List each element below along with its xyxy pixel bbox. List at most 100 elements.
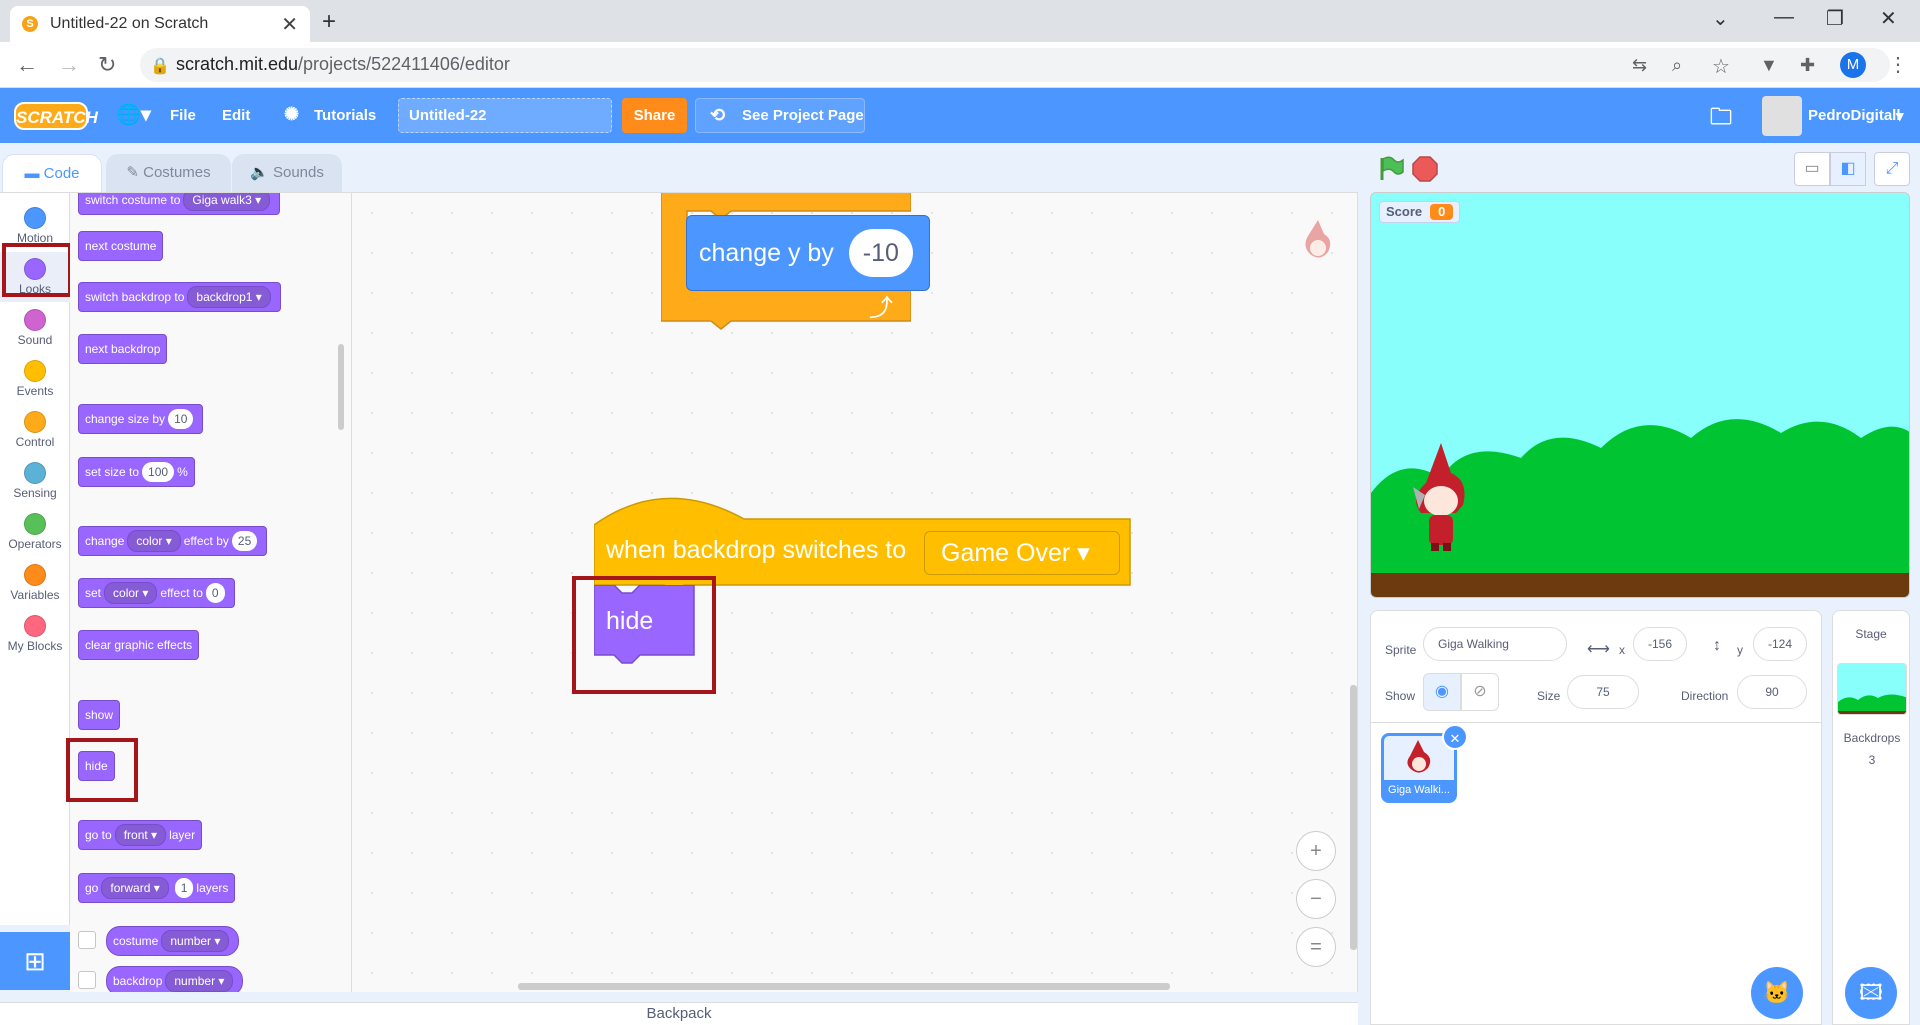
hide-sprite-eye-icon[interactable]: ⊘ [1461, 673, 1499, 711]
see-project-page-button[interactable]: ⟲ See Project Page [695, 98, 865, 133]
project-title-input[interactable]: Untitled-22 [398, 98, 612, 133]
code-workspace[interactable]: ⤴ change y by -10 when backdrop switches… [352, 192, 1358, 992]
forward-icon[interactable]: → [58, 52, 80, 78]
back-icon[interactable]: ← [16, 52, 38, 78]
language-globe-icon[interactable]: 🌐▾ [116, 102, 151, 127]
backpack[interactable]: Backpack [0, 1002, 1358, 1025]
costume-dropdown[interactable]: Giga walk3 ▾ [183, 193, 271, 211]
tab-costumes[interactable]: ✎ Costumes [106, 154, 231, 192]
username-menu[interactable]: PedroDigitall [1808, 107, 1901, 124]
size-input[interactable]: 100 [142, 462, 175, 482]
category-sound[interactable]: Sound [0, 303, 70, 353]
small-stage-icon[interactable]: ▭ [1794, 152, 1830, 186]
block-switch-backdrop[interactable]: switch backdrop to backdrop1 ▾ [78, 282, 281, 312]
zoom-reset-button[interactable]: = [1296, 927, 1336, 967]
workspace-horizontal-scrollbar[interactable] [518, 983, 1170, 990]
add-extension-icon[interactable]: ⊞ [0, 932, 70, 990]
window-close-icon[interactable]: ✕ [1880, 6, 1897, 31]
layers-input[interactable]: 1 [174, 878, 194, 898]
choose-sprite-cat-icon[interactable]: 🐱 [1751, 967, 1803, 1019]
zoom-in-button[interactable]: + [1296, 831, 1336, 871]
direction-input[interactable]: 90 [1737, 675, 1807, 709]
workspace-vertical-scrollbar[interactable] [1350, 685, 1357, 950]
giga-sprite[interactable] [1401, 443, 1481, 553]
stage-selector-pane[interactable]: Stage Backdrops 3 🖾 [1832, 610, 1910, 1025]
green-flag-icon[interactable] [1376, 154, 1406, 184]
backdrop-dropdown[interactable]: Game Over ▾ [924, 531, 1120, 575]
share-button[interactable]: Share [622, 98, 687, 133]
restore-icon[interactable]: ❐ [1826, 6, 1844, 31]
y-position-input[interactable]: -124 [1753, 627, 1807, 661]
browser-tab[interactable]: S Untitled-22 on Scratch ✕ [10, 6, 310, 42]
delete-sprite-trash-icon[interactable]: ✕ [1442, 724, 1468, 750]
fullscreen-icon[interactable]: ⤢ [1874, 152, 1910, 186]
close-tab-icon[interactable]: ✕ [281, 12, 298, 37]
extension-shield-icon[interactable]: ▼ [1760, 55, 1778, 76]
x-position-input[interactable]: -156 [1633, 627, 1687, 661]
reload-icon[interactable]: ↻ [98, 52, 116, 78]
stage-canvas[interactable]: Score 0 [1370, 192, 1910, 598]
palette-scrollbar[interactable] [338, 344, 344, 430]
block-change-size[interactable]: change size by 10 [78, 404, 204, 434]
direction-dropdown[interactable]: forward ▾ [101, 877, 169, 899]
tutorials-menu[interactable]: Tutorials [314, 107, 376, 124]
category-variables[interactable]: Variables [0, 558, 70, 608]
sprite-thumbnail-giga[interactable]: Giga Walki... ✕ [1381, 724, 1468, 803]
backdrop-dropdown[interactable]: backdrop1 ▾ [187, 286, 271, 308]
category-my-blocks[interactable]: My Blocks [0, 609, 70, 659]
block-show[interactable]: show [78, 700, 121, 730]
new-tab-icon[interactable]: + [322, 8, 336, 36]
reporter-backdrop[interactable]: backdrop number ▾ [106, 966, 244, 992]
block-switch-costume[interactable]: switch costume to Giga walk3 ▾ [78, 193, 281, 215]
backdrop-monitor-checkbox[interactable] [78, 971, 96, 989]
category-control[interactable]: Control [0, 405, 70, 455]
block-go-to-layer[interactable]: go to front ▾ layer [78, 820, 203, 850]
block-next-costume[interactable]: next costume [78, 231, 164, 261]
show-sprite-eye-icon[interactable]: ◉ [1423, 673, 1461, 711]
large-stage-icon[interactable]: ◧ [1830, 152, 1866, 186]
user-avatar[interactable] [1762, 96, 1802, 136]
bookmark-star-icon[interactable]: ☆ [1712, 54, 1730, 79]
effect-input[interactable]: 25 [231, 531, 258, 551]
tab-sounds[interactable]: 🔈 Sounds [232, 154, 342, 192]
reporter-costume[interactable]: costume number ▾ [106, 926, 240, 956]
my-stuff-folder-icon[interactable]: 🗀 [1710, 100, 1732, 138]
backdrop-attr-dropdown[interactable]: number ▾ [165, 970, 234, 992]
file-menu[interactable]: File [170, 107, 196, 124]
size-input[interactable]: 75 [1567, 675, 1639, 709]
stop-sign-icon[interactable] [1412, 156, 1438, 182]
category-sensing[interactable]: Sensing [0, 456, 70, 506]
category-operators[interactable]: Operators [0, 507, 70, 557]
block-set-effect[interactable]: set color ▾ effect to 0 [78, 578, 235, 608]
effect-dropdown[interactable]: color ▾ [104, 582, 158, 604]
score-monitor[interactable]: Score 0 [1379, 201, 1461, 223]
when-backdrop-switches-hat-block[interactable]: when backdrop switches to Game Over ▾ [593, 493, 1131, 594]
translate-icon[interactable]: ⇆ [1632, 55, 1647, 76]
block-clear-graphic-effects[interactable]: clear graphic effects [78, 630, 200, 660]
minimize-icon[interactable]: — [1774, 6, 1794, 29]
tab-code[interactable]: ▬ Code [2, 154, 102, 192]
zoom-icon[interactable]: ⌕ [1672, 55, 1682, 76]
profile-avatar[interactable]: M [1840, 52, 1866, 78]
tab-search-icon[interactable]: ⌄ [1712, 6, 1729, 31]
costume-monitor-checkbox[interactable] [78, 931, 96, 949]
sprite-name-input[interactable]: Giga Walking [1423, 627, 1567, 661]
scratch-logo[interactable]: SCRATCH [14, 102, 98, 130]
effect-input[interactable]: 0 [205, 583, 225, 603]
browser-menu-icon[interactable]: ⋮ [1888, 52, 1908, 77]
effect-dropdown[interactable]: color ▾ [127, 530, 181, 552]
account-chevron-down-icon[interactable]: ▾ [1896, 107, 1904, 125]
edit-menu[interactable]: Edit [222, 107, 250, 124]
url-text[interactable]: scratch.mit.edu/projects/522411406/edito… [176, 54, 510, 75]
zoom-out-button[interactable]: − [1296, 879, 1336, 919]
extensions-puzzle-icon[interactable]: ✚ [1800, 55, 1815, 76]
change-y-block[interactable]: change y by -10 [686, 215, 930, 291]
costume-attr-dropdown[interactable]: number ▾ [161, 930, 230, 952]
size-input[interactable]: 10 [168, 409, 194, 429]
backdrop-thumbnail[interactable] [1837, 663, 1907, 715]
layer-dropdown[interactable]: front ▾ [114, 824, 167, 846]
choose-backdrop-icon[interactable]: 🖾 [1845, 967, 1897, 1019]
change-y-input[interactable]: -10 [848, 229, 913, 277]
block-set-size[interactable]: set size to 100% [78, 457, 195, 487]
block-change-effect[interactable]: change color ▾ effect by 25 [78, 526, 268, 556]
